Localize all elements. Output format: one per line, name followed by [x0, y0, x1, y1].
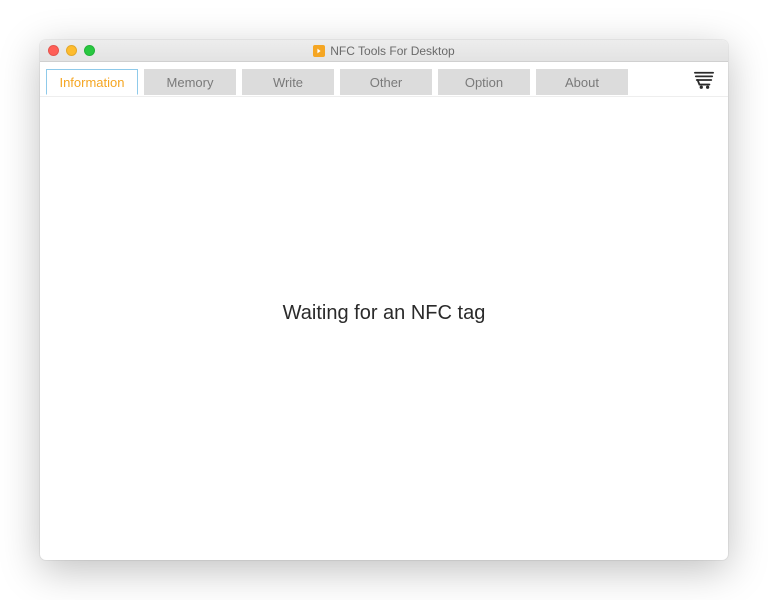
close-window-button[interactable] [48, 45, 59, 56]
tab-other[interactable]: Other [340, 69, 432, 95]
titlebar: NFC Tools For Desktop [40, 40, 728, 62]
window-title: NFC Tools For Desktop [330, 44, 454, 58]
app-window: NFC Tools For Desktop Information Memory… [40, 40, 728, 560]
status-message: Waiting for an NFC tag [283, 302, 486, 325]
tab-memory[interactable]: Memory [144, 69, 236, 95]
tabs: Information Memory Write Other Option Ab… [46, 69, 628, 95]
minimize-window-button[interactable] [66, 45, 77, 56]
tab-about[interactable]: About [536, 69, 628, 95]
toolbar: Information Memory Write Other Option Ab… [40, 62, 728, 97]
nfc-app-icon [313, 45, 325, 57]
tab-option[interactable]: Option [438, 69, 530, 95]
tab-information[interactable]: Information [46, 69, 138, 95]
window-controls [48, 45, 95, 56]
main-content: Waiting for an NFC tag [40, 97, 728, 560]
shopping-cart-icon [693, 70, 715, 90]
tab-write[interactable]: Write [242, 69, 334, 95]
maximize-window-button[interactable] [84, 45, 95, 56]
title-wrap: NFC Tools For Desktop [40, 44, 728, 58]
shop-button[interactable] [690, 68, 718, 92]
